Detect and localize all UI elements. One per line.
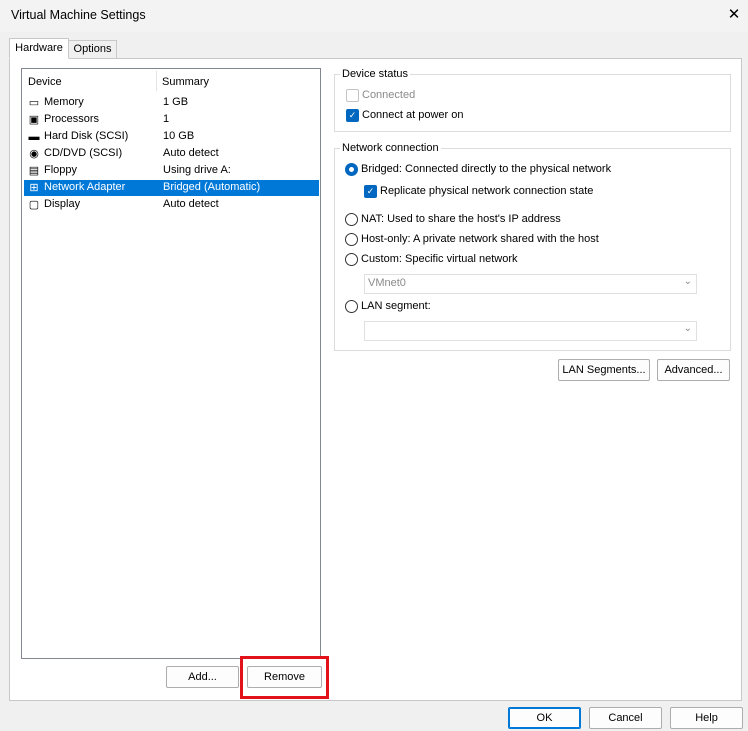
device-row-processors[interactable]: ▣ Processors 1 (24, 112, 319, 128)
device-name: Processors (44, 113, 100, 125)
device-row-cd-dvd[interactable]: ◉ CD/DVD (SCSI) Auto detect (24, 146, 319, 162)
device-name: CD/DVD (SCSI) (44, 147, 123, 159)
tab-hardware[interactable]: Hardware (9, 38, 69, 59)
remove-button[interactable]: Remove (247, 666, 322, 688)
device-summary: 1 GB (163, 96, 189, 108)
lan-segment-select[interactable]: ⌄ (364, 321, 697, 341)
device-summary: 10 GB (163, 130, 195, 142)
device-name: Display (44, 198, 81, 210)
device-status-group (334, 74, 731, 132)
device-name: Memory (44, 96, 84, 108)
lan-segment-radio[interactable] (345, 300, 358, 313)
device-summary: Using drive A: (163, 164, 231, 176)
column-separator[interactable] (156, 71, 157, 91)
lan-segments-button[interactable]: LAN Segments... (558, 359, 650, 381)
network-connection-label: Network connection (340, 142, 441, 154)
replicate-state-label: Replicate physical network connection st… (380, 185, 594, 197)
custom-radio[interactable] (345, 253, 358, 266)
device-summary: Bridged (Automatic) (163, 181, 261, 193)
device-name: Floppy (44, 164, 78, 176)
tab-options[interactable]: Options (68, 40, 117, 59)
nat-label: NAT: Used to share the host's IP address (361, 213, 561, 225)
window-title: Virtual Machine Settings (11, 8, 146, 22)
help-button[interactable]: Help (670, 707, 743, 729)
ok-button[interactable]: OK (508, 707, 581, 729)
chevron-down-icon: ⌄ (683, 276, 692, 287)
device-status-label: Device status (340, 68, 411, 80)
processor-icon: ▣ (28, 114, 40, 126)
replicate-state-checkbox[interactable]: ✓ (364, 185, 377, 198)
network-adapter-icon: ⊞ (29, 182, 39, 194)
hard-disk-icon: ▬ (28, 131, 40, 143)
column-header-summary[interactable]: Summary (162, 76, 209, 88)
connected-label: Connected (362, 89, 416, 101)
device-summary: Auto detect (163, 198, 219, 210)
host-only-label: Host-only: A private network shared with… (361, 233, 599, 245)
device-summary: 1 (163, 113, 170, 125)
chevron-down-icon: ⌄ (683, 323, 692, 334)
column-header-device[interactable]: Device (28, 76, 62, 88)
custom-label: Custom: Specific virtual network (361, 253, 518, 265)
device-name: Network Adapter (44, 181, 126, 193)
bridged-radio[interactable] (345, 163, 358, 176)
advanced-button[interactable]: Advanced... (657, 359, 730, 381)
floppy-icon: ▤ (28, 165, 40, 177)
host-only-radio[interactable] (345, 233, 358, 246)
custom-network-select[interactable]: VMnet0 ⌄ (364, 274, 697, 294)
lan-segment-label: LAN segment: (361, 300, 431, 312)
device-summary: Auto detect (163, 147, 219, 159)
bridged-label: Bridged: Connected directly to the physi… (361, 163, 612, 175)
cd-dvd-icon: ◉ (29, 148, 39, 160)
device-row-hard-disk[interactable]: ▬ Hard Disk (SCSI) 10 GB (24, 129, 319, 145)
add-button[interactable]: Add... (166, 666, 239, 688)
cancel-button[interactable]: Cancel (589, 707, 662, 729)
device-row-memory[interactable]: ▭ Memory 1 GB (24, 95, 319, 111)
connect-at-power-on-checkbox[interactable]: ✓ (346, 109, 359, 122)
display-icon: ▢ (28, 199, 40, 211)
connect-at-power-on-label: Connect at power on (362, 109, 464, 121)
custom-network-value: VMnet0 (368, 277, 406, 289)
device-name: Hard Disk (SCSI) (44, 130, 129, 142)
close-icon[interactable]: ✕ (724, 3, 744, 27)
connected-checkbox[interactable] (346, 89, 359, 102)
device-row-network-adapter[interactable]: ⊞ Network Adapter Bridged (Automatic) (24, 180, 319, 196)
nat-radio[interactable] (345, 213, 358, 226)
memory-icon: ▭ (28, 97, 40, 109)
device-row-floppy[interactable]: ▤ Floppy Using drive A: (24, 163, 319, 179)
device-row-display[interactable]: ▢ Display Auto detect (24, 197, 319, 213)
